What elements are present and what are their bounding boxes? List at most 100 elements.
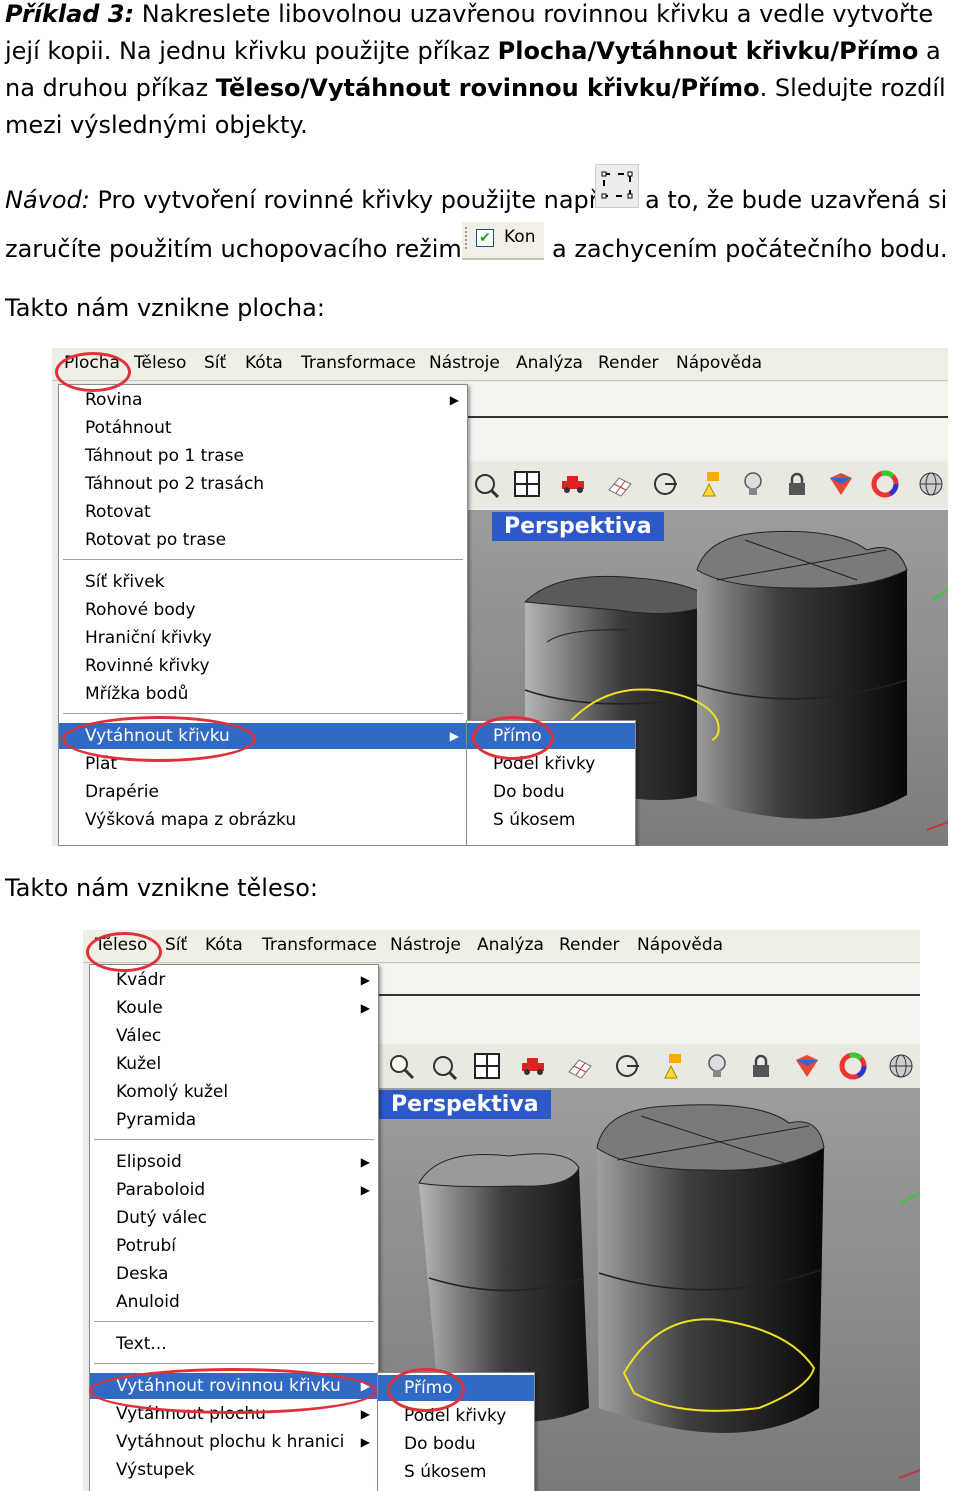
rotate-view-icon[interactable] (471, 470, 499, 498)
menu-kota[interactable]: Kóta (205, 935, 243, 955)
viewport-title: Perspektiva (492, 512, 664, 541)
menu-item-label: Text... (116, 1334, 167, 1354)
color-wheel-icon[interactable] (839, 1052, 867, 1080)
menu-nastroje[interactable]: Nástroje (390, 935, 461, 955)
caption-surface: Takto nám vznikne plocha: (5, 294, 325, 322)
menu-sit[interactable]: Síť (165, 935, 187, 955)
menu-item-label: Rovinné křivky (85, 656, 210, 676)
menu-item-tahnout-2[interactable]: Táhnout po 2 trasách (59, 471, 467, 497)
menu-item-elipsoid[interactable]: Elipsoid ▶ (90, 1149, 378, 1175)
menu-item-text[interactable]: Text... (90, 1331, 378, 1357)
menu-item-vystupek[interactable]: Výstupek (90, 1457, 378, 1483)
highlight-circle (472, 716, 554, 760)
menu-item-pyramida[interactable]: Pyramida (90, 1107, 378, 1133)
menu-transformace[interactable]: Transformace (301, 353, 416, 373)
submenu-item-s-ukosem[interactable]: S úkosem (467, 807, 635, 833)
menu-transformace[interactable]: Transformace (262, 935, 377, 955)
menu-item-label: Síť křivek (85, 572, 165, 592)
light-bulb-icon[interactable] (703, 1052, 731, 1080)
menu-item-vytahnout-k-hranici[interactable]: Vytáhnout plochu k hranici ▶ (90, 1429, 378, 1455)
viewport-grid-icon[interactable] (473, 1052, 501, 1080)
snap-label: Kon (504, 227, 536, 247)
submenu-arrow-icon: ▶ (360, 973, 370, 987)
menu-item-draperie[interactable]: Drapérie (59, 779, 467, 805)
menu-teleso[interactable]: Těleso (134, 353, 186, 373)
menu-item-mrizka[interactable]: Mřížka bodů (59, 681, 467, 707)
menu-item-label: Výšková mapa z obrázku (85, 810, 297, 830)
globe-icon[interactable] (887, 1052, 915, 1080)
highlight-circle (62, 716, 256, 762)
grid-plane-icon[interactable] (565, 1052, 593, 1080)
menu-item-rovina[interactable]: Rovina ▶ (59, 387, 467, 413)
menu-separator (94, 1139, 374, 1141)
plocha-menu: Rovina ▶ Potáhnout Táhnout po 1 trase Táh… (58, 384, 468, 846)
viewport-grid-icon[interactable] (513, 470, 541, 498)
submenu-arrow-icon: ▶ (360, 1001, 370, 1015)
menu-item-sit-krivek[interactable]: Síť křivek (59, 569, 467, 595)
polyline-rectangle-icon (595, 164, 639, 208)
menu-item-hranicni[interactable]: Hraniční křivky (59, 625, 467, 651)
menu-item-label: Do bodu (493, 782, 565, 802)
menu-item-potrubi[interactable]: Potrubí (90, 1233, 378, 1259)
menu-item-tahnout-1[interactable]: Táhnout po 1 trase (59, 443, 467, 469)
menu-item-deska[interactable]: Deska (90, 1261, 378, 1287)
submenu-item-s-ukosem[interactable]: S úkosem (378, 1459, 534, 1485)
grid-plane-icon[interactable] (605, 470, 633, 498)
osnap-icon[interactable] (613, 1052, 641, 1080)
screenshot-surface: Plocha Těleso Síť Kóta Transformace Nást… (52, 348, 948, 846)
light-bulb-icon[interactable] (739, 470, 767, 498)
menu-separator (63, 713, 463, 715)
shapes-icon[interactable] (657, 1052, 685, 1080)
menu-item-label: Komolý kužel (116, 1082, 229, 1102)
shapes-icon[interactable] (695, 470, 723, 498)
menu-item-valec[interactable]: Válec (90, 1023, 378, 1049)
menu-item-label: Mřížka bodů (85, 684, 189, 704)
menu-item-rohove-body[interactable]: Rohové body (59, 597, 467, 623)
menu-napoveda[interactable]: Nápověda (676, 353, 762, 373)
menu-item-rovinne[interactable]: Rovinné křivky (59, 653, 467, 679)
menu-render[interactable]: Render (598, 353, 659, 373)
car-icon[interactable] (559, 470, 587, 498)
submenu-arrow-icon: ▶ (360, 1183, 370, 1197)
menu-item-kuzel[interactable]: Kužel (90, 1051, 378, 1077)
color-wheel-icon[interactable] (871, 470, 899, 498)
car-icon[interactable] (519, 1052, 547, 1080)
menu-analyza[interactable]: Analýza (477, 935, 544, 955)
menu-item-rotovat[interactable]: Rotovat (59, 499, 467, 525)
menu-item-paraboloid[interactable]: Paraboloid ▶ (90, 1177, 378, 1203)
submenu-arrow-icon: ▶ (449, 393, 459, 407)
menu-separator (63, 559, 463, 561)
material-icon[interactable] (827, 470, 855, 498)
menu-item-label: Hraniční křivky (85, 628, 212, 648)
submenu-item-do-bodu[interactable]: Do bodu (467, 779, 635, 805)
menu-item-duty-valec[interactable]: Dutý válec (90, 1205, 378, 1231)
lock-icon[interactable] (783, 470, 811, 498)
osnap-icon[interactable] (651, 470, 679, 498)
menu-kota[interactable]: Kóta (245, 353, 283, 373)
menu-item-vyskova-mapa[interactable]: Výšková mapa z obrázku (59, 807, 467, 833)
menu-item-label: Deska (116, 1264, 169, 1284)
menu-sit[interactable]: Síť (204, 353, 226, 373)
zoom-icon[interactable] (387, 1052, 415, 1080)
menu-napoveda[interactable]: Nápověda (637, 935, 723, 955)
rotate-view-icon[interactable] (429, 1052, 457, 1080)
divider (379, 994, 920, 996)
menu-item-label: Anuloid (116, 1292, 180, 1312)
menu-item-potahnout[interactable]: Potáhnout (59, 415, 467, 441)
menu-render[interactable]: Render (559, 935, 620, 955)
guide-text-4: a zachycením počátečního bodu. (552, 235, 948, 263)
submenu-item-do-bodu[interactable]: Do bodu (378, 1431, 534, 1457)
lock-icon[interactable] (747, 1052, 775, 1080)
menu-analyza[interactable]: Analýza (516, 353, 583, 373)
menu-item-komoly-kuzel[interactable]: Komolý kužel (90, 1079, 378, 1105)
menu-item-anuloid[interactable]: Anuloid (90, 1289, 378, 1315)
menu-item-label: Drapérie (85, 782, 159, 802)
menu-item-koule[interactable]: Koule ▶ (90, 995, 378, 1021)
menu-item-rotovat-trase[interactable]: Rotovat po trase (59, 527, 467, 553)
menu-nastroje[interactable]: Nástroje (429, 353, 500, 373)
globe-icon[interactable] (917, 470, 945, 498)
highlight-circle (55, 352, 131, 392)
guide-line-1b: a to, že bude uzavřená si (645, 182, 947, 219)
menu-item-label: Táhnout po 2 trasách (85, 474, 265, 494)
material-icon[interactable] (793, 1052, 821, 1080)
